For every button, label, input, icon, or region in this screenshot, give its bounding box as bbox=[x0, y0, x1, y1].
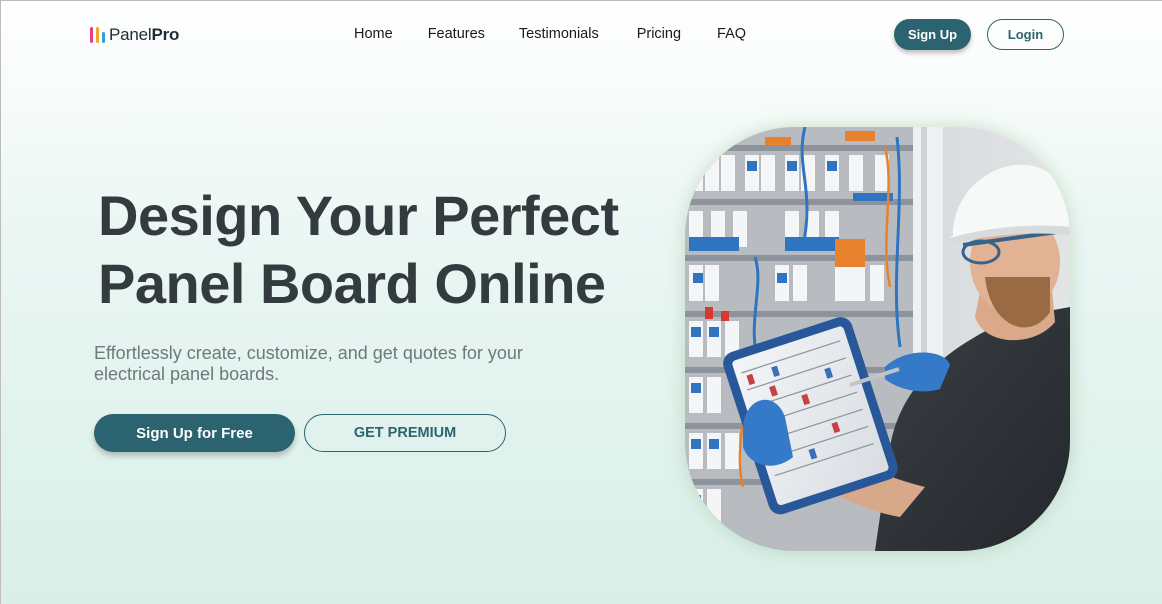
nav-item-features[interactable]: Features bbox=[428, 26, 485, 42]
signup-free-button[interactable]: Sign Up for Free bbox=[94, 414, 295, 452]
nav-item-pricing[interactable]: Pricing bbox=[637, 26, 681, 42]
brand-name-light: Panel bbox=[109, 25, 152, 44]
nav-item-home[interactable]: Home bbox=[354, 26, 393, 42]
nav-item-faq[interactable]: FAQ bbox=[717, 26, 746, 42]
signup-button[interactable]: Sign Up bbox=[894, 19, 971, 50]
hero-title-line-2: Panel Board Online bbox=[98, 252, 606, 315]
electrician-with-tablet-photo-icon bbox=[685, 127, 1070, 551]
brand-name: PanelPro bbox=[109, 25, 179, 45]
hero-image bbox=[685, 127, 1070, 551]
login-button[interactable]: Login bbox=[987, 19, 1064, 50]
main-nav: Home Features Testimonials Pricing FAQ bbox=[354, 26, 746, 42]
brand-name-bold: Pro bbox=[151, 25, 180, 44]
nav-item-testimonials[interactable]: Testimonials bbox=[519, 26, 599, 42]
hero-title: Design Your Perfect Panel Board Online bbox=[98, 182, 658, 318]
brand-logo[interactable]: PanelPro bbox=[90, 25, 179, 45]
get-premium-button[interactable]: GET PREMIUM bbox=[304, 414, 506, 452]
hero-title-line-1: Design Your Perfect bbox=[98, 184, 619, 247]
hero-subtitle: Effortlessly create, customize, and get … bbox=[94, 343, 523, 384]
logo-icon bbox=[90, 27, 105, 43]
